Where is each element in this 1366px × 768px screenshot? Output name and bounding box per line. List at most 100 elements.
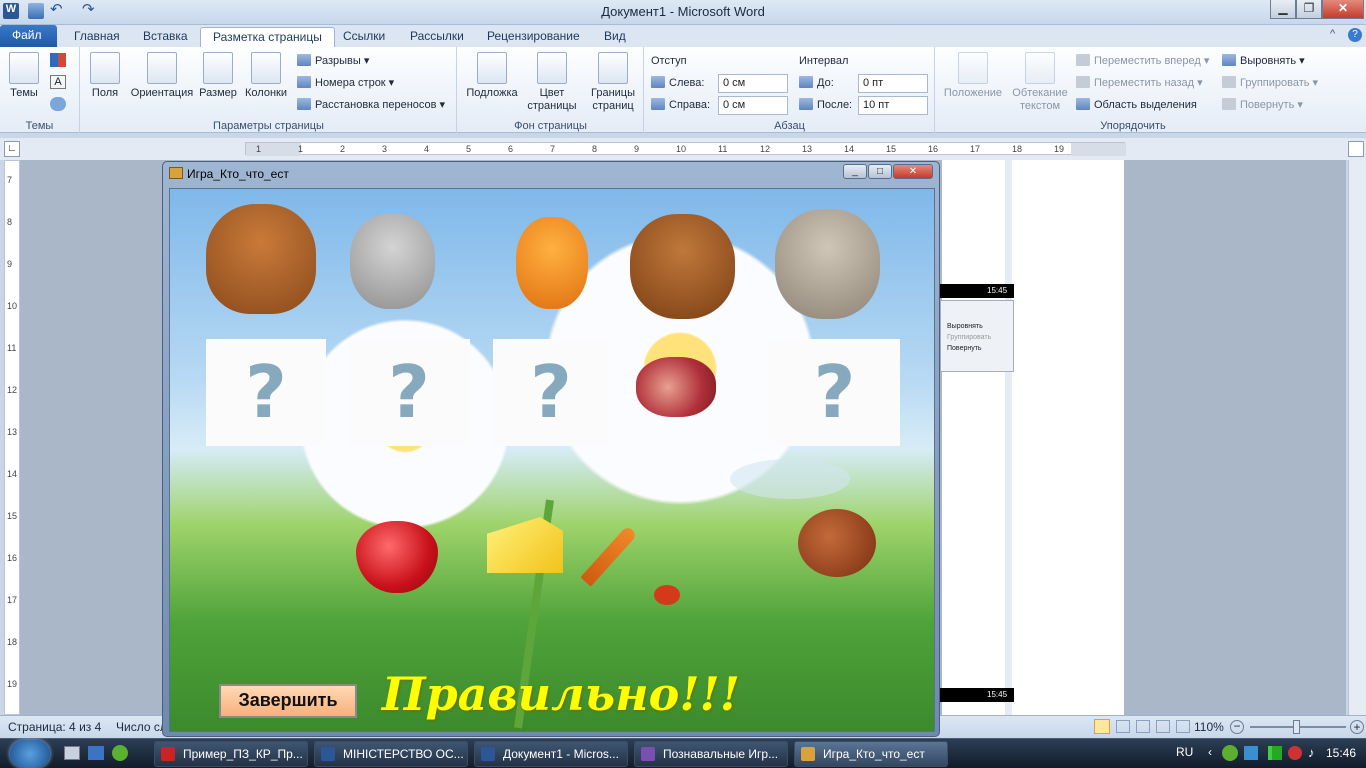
orientation-button[interactable]: Ориентация bbox=[127, 52, 197, 100]
zoom-out-icon[interactable]: − bbox=[1230, 720, 1244, 734]
taskbar-item-vs[interactable]: Познавальные Игр... bbox=[634, 741, 788, 767]
view-ruler-icon[interactable] bbox=[1348, 141, 1364, 157]
dog-animal[interactable] bbox=[630, 214, 735, 319]
bring-forward-button[interactable]: Переместить вперед ▾ bbox=[1076, 54, 1209, 68]
ham-food-placed[interactable] bbox=[636, 357, 716, 417]
status-words[interactable]: Число сл bbox=[116, 720, 167, 734]
vertical-ruler-number: 10 bbox=[7, 301, 18, 311]
full-screen-reading-icon[interactable] bbox=[1116, 720, 1130, 733]
outline-icon[interactable] bbox=[1156, 720, 1170, 733]
indent-right-input[interactable]: 0 см bbox=[718, 96, 788, 115]
web-layout-icon[interactable] bbox=[1136, 720, 1150, 733]
network-icon[interactable] bbox=[1268, 746, 1282, 760]
page-borders-button[interactable]: Границы страниц bbox=[584, 52, 642, 113]
tab-home[interactable]: Главная bbox=[62, 27, 132, 47]
quicklaunch-ie-icon[interactable] bbox=[88, 746, 104, 760]
vertical-scrollbar[interactable] bbox=[1348, 160, 1366, 760]
group-page-setup: Поля Ориентация Размер Колонки Разрывы ▾… bbox=[81, 47, 457, 133]
zoom-slider-handle[interactable] bbox=[1293, 720, 1300, 734]
send-backward-button[interactable]: Переместить назад ▾ bbox=[1076, 76, 1203, 90]
margins-button[interactable]: Поля bbox=[85, 52, 125, 100]
group-button[interactable]: Группировать ▾ bbox=[1222, 76, 1318, 90]
themes-button[interactable]: Темы bbox=[6, 52, 42, 100]
show-desktop-icon[interactable] bbox=[64, 746, 80, 760]
start-button[interactable] bbox=[10, 740, 50, 768]
columns-button[interactable]: Колонки bbox=[241, 52, 291, 100]
raspberry-food[interactable] bbox=[356, 521, 438, 593]
tab-page-layout[interactable]: Разметка страницы bbox=[200, 27, 335, 47]
visual-studio-icon bbox=[641, 747, 655, 761]
squirrel-animal[interactable] bbox=[516, 217, 588, 309]
tray-alert-icon[interactable] bbox=[1288, 746, 1302, 760]
print-layout-icon[interactable] bbox=[1094, 719, 1110, 734]
watermark-button[interactable]: Подложка bbox=[462, 52, 522, 100]
tab-view[interactable]: Вид bbox=[592, 27, 638, 47]
help-icon[interactable]: ? bbox=[1348, 28, 1362, 42]
answer-card-mouse[interactable]: ? bbox=[769, 339, 900, 446]
close-button[interactable]: ✕ bbox=[1322, 0, 1364, 19]
hazelnut-food[interactable] bbox=[798, 509, 876, 577]
group-arrange: Положение Обтекание текстом Переместить … bbox=[936, 47, 1330, 133]
tab-file[interactable]: Файл bbox=[0, 25, 57, 47]
align-label: Выровнять bbox=[1240, 55, 1297, 67]
tab-selector[interactable]: ∟ bbox=[4, 141, 20, 157]
utorrent-icon[interactable] bbox=[112, 745, 128, 761]
selection-pane-button[interactable]: Область выделения bbox=[1076, 98, 1197, 112]
game-window[interactable]: Игра_Кто_что_ест _ □ ✕ ? ? ? ? Завершить… bbox=[162, 161, 940, 737]
game-close-button[interactable]: ✕ bbox=[893, 164, 933, 179]
carrot-food[interactable] bbox=[580, 525, 638, 587]
volume-icon[interactable]: ♪ bbox=[1308, 745, 1315, 760]
language-indicator[interactable]: RU bbox=[1176, 745, 1193, 759]
answer-card-squirrel[interactable]: ? bbox=[493, 339, 609, 446]
maximize-button[interactable]: ❐ bbox=[1296, 0, 1322, 19]
finish-button[interactable]: Завершить bbox=[219, 684, 357, 718]
answer-card-bunny[interactable]: ? bbox=[348, 339, 470, 446]
tab-insert[interactable]: Вставка bbox=[131, 27, 200, 47]
hyphenation-button[interactable]: Расстановка переносов ▾ bbox=[297, 98, 445, 112]
taskbar-item-game[interactable]: Игра_Кто_что_ест bbox=[794, 741, 948, 767]
tray-utorrent-icon[interactable] bbox=[1222, 745, 1238, 761]
game-minimize-button[interactable]: _ bbox=[843, 164, 867, 179]
taskbar-item-word-1[interactable]: МІНІСТЕРСТВО ОС... bbox=[314, 741, 468, 767]
windows-taskbar: Пример_ПЗ_КР_Пр... МІНІСТЕРСТВО ОС... До… bbox=[0, 738, 1366, 768]
answer-card-bear[interactable]: ? bbox=[206, 339, 326, 446]
vertical-ruler[interactable]: 7 8 9 10 11 12 13 14 15 16 17 18 19 bbox=[4, 160, 20, 715]
status-page[interactable]: Страница: 4 из 4 bbox=[8, 720, 101, 734]
bunny-animal[interactable] bbox=[350, 214, 435, 309]
spacing-before-input[interactable]: 0 пт bbox=[858, 74, 928, 93]
position-button[interactable]: Положение bbox=[938, 52, 1008, 100]
theme-fonts-icon[interactable]: A bbox=[50, 75, 66, 89]
collapse-ribbon-icon[interactable]: ^ bbox=[1330, 28, 1342, 42]
tab-mailings[interactable]: Рассылки bbox=[398, 27, 476, 47]
cheese-food[interactable] bbox=[487, 517, 563, 573]
taskbar-item-pdf[interactable]: Пример_ПЗ_КР_Пр... bbox=[154, 741, 308, 767]
bear-animal[interactable] bbox=[206, 204, 316, 314]
mouse-animal[interactable] bbox=[775, 209, 880, 319]
spacing-after-input[interactable]: 10 пт bbox=[858, 96, 928, 115]
document-page-right[interactable] bbox=[1012, 160, 1124, 715]
breaks-icon bbox=[297, 54, 311, 66]
theme-colors-icon[interactable] bbox=[50, 53, 66, 67]
wrap-text-button[interactable]: Обтекание текстом bbox=[1008, 52, 1072, 113]
tray-app-icon[interactable] bbox=[1244, 746, 1258, 760]
taskbar-item-word-2[interactable]: Документ1 - Micros... bbox=[474, 741, 628, 767]
zoom-level[interactable]: 110% bbox=[1194, 720, 1224, 734]
draft-icon[interactable] bbox=[1176, 720, 1190, 733]
tab-review[interactable]: Рецензирование bbox=[475, 27, 592, 47]
theme-effects-icon[interactable] bbox=[50, 97, 66, 111]
line-numbers-button[interactable]: Номера строк ▾ bbox=[297, 76, 394, 90]
tab-references[interactable]: Ссылки bbox=[331, 27, 397, 47]
tray-expand-icon[interactable]: ‹ bbox=[1208, 745, 1212, 759]
zoom-in-icon[interactable]: + bbox=[1350, 720, 1364, 734]
minimize-button[interactable]: ▁ bbox=[1270, 0, 1296, 19]
align-button[interactable]: Выровнять ▾ bbox=[1222, 54, 1305, 68]
size-button[interactable]: Размер bbox=[197, 52, 239, 100]
horizontal-ruler[interactable]: 1 1 2 3 4 5 6 7 8 9 10 11 12 13 14 15 16 17 18 19 bbox=[245, 142, 1126, 156]
clock[interactable]: 15:46 bbox=[1326, 746, 1356, 760]
indent-left-input[interactable]: 0 см bbox=[718, 74, 788, 93]
game-maximize-button[interactable]: □ bbox=[868, 164, 892, 179]
rotate-button[interactable]: Повернуть ▾ bbox=[1222, 98, 1303, 112]
thumb-time: 15:45 bbox=[987, 286, 1008, 295]
page-color-button[interactable]: Цвет страницы bbox=[522, 52, 582, 113]
breaks-button[interactable]: Разрывы ▾ bbox=[297, 54, 369, 68]
